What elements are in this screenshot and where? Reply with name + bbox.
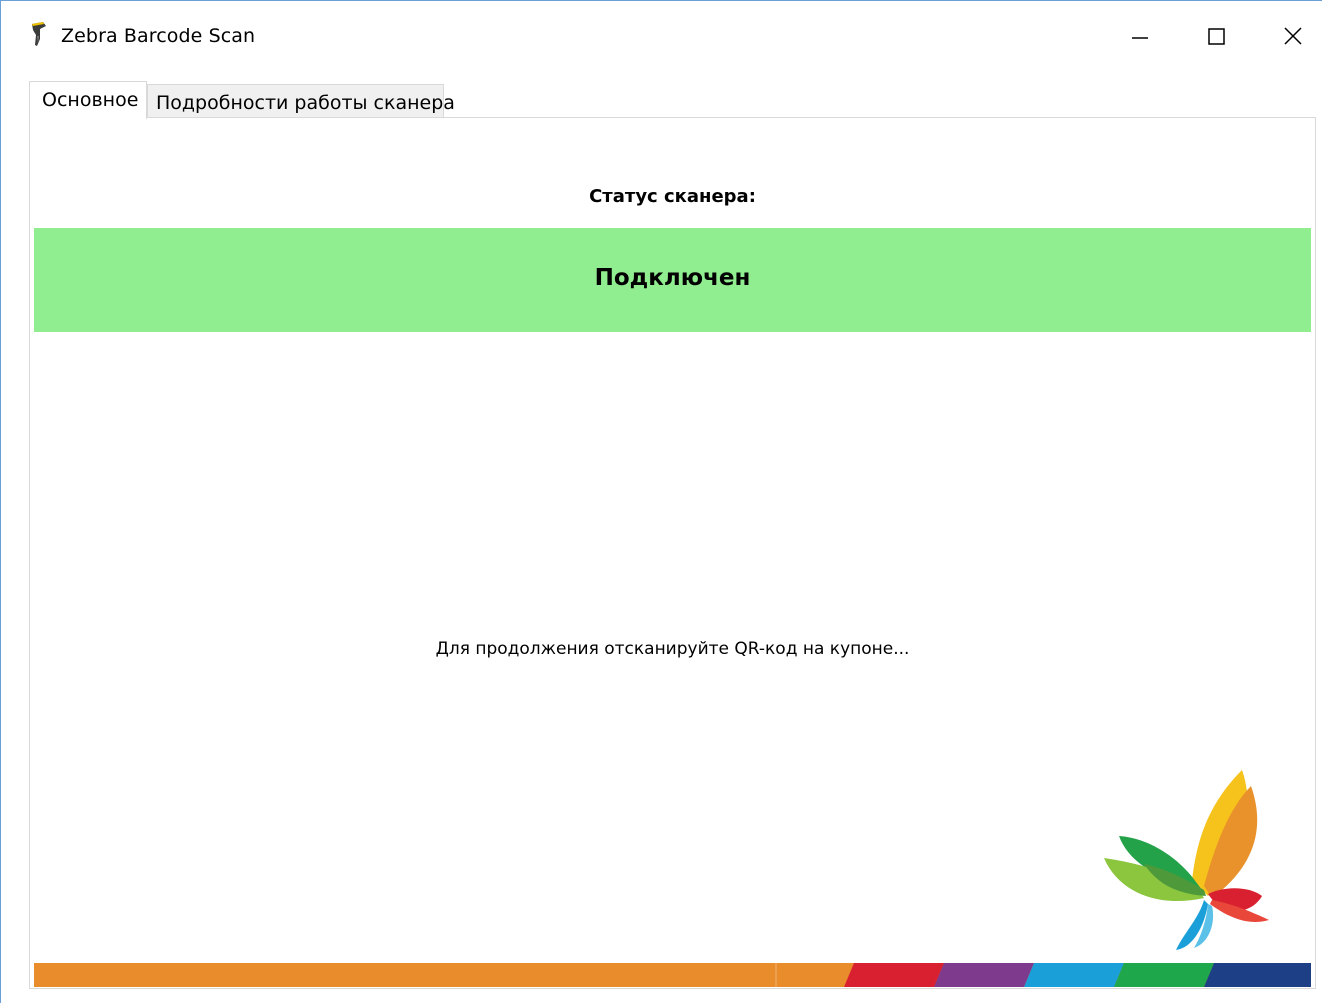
brand-color-stripe — [34, 963, 1311, 987]
tab-strip: Основное Подробности работы сканера — [29, 81, 1315, 120]
window-title: Zebra Barcode Scan — [61, 25, 256, 47]
scanner-status-label: Статус сканера: — [589, 186, 756, 207]
tab-scanner-details[interactable]: Подробности работы сканера — [147, 84, 455, 120]
close-icon — [1284, 27, 1302, 45]
minimize-button[interactable] — [1117, 17, 1163, 57]
maximize-button[interactable] — [1194, 17, 1240, 57]
tab-content-main: Статус сканера: Подключен Для продолжени… — [29, 117, 1316, 989]
butterfly-logo-icon — [1104, 770, 1269, 950]
maximize-icon — [1208, 28, 1225, 45]
scanner-status-panel: Подключен — [34, 228, 1311, 332]
tab-main[interactable]: Основное — [29, 81, 147, 119]
scan-instruction-text: Для продолжения отсканируйте QR-код на к… — [435, 639, 910, 659]
title-bar[interactable]: Zebra Barcode Scan — [1, 1, 1322, 67]
minimize-icon — [1132, 37, 1148, 39]
app-window: Zebra Barcode Scan Основное Подробности … — [0, 0, 1322, 1003]
barcode-scanner-icon — [32, 22, 46, 46]
close-button[interactable] — [1271, 17, 1317, 57]
scanner-status-value: Подключен — [594, 265, 751, 291]
